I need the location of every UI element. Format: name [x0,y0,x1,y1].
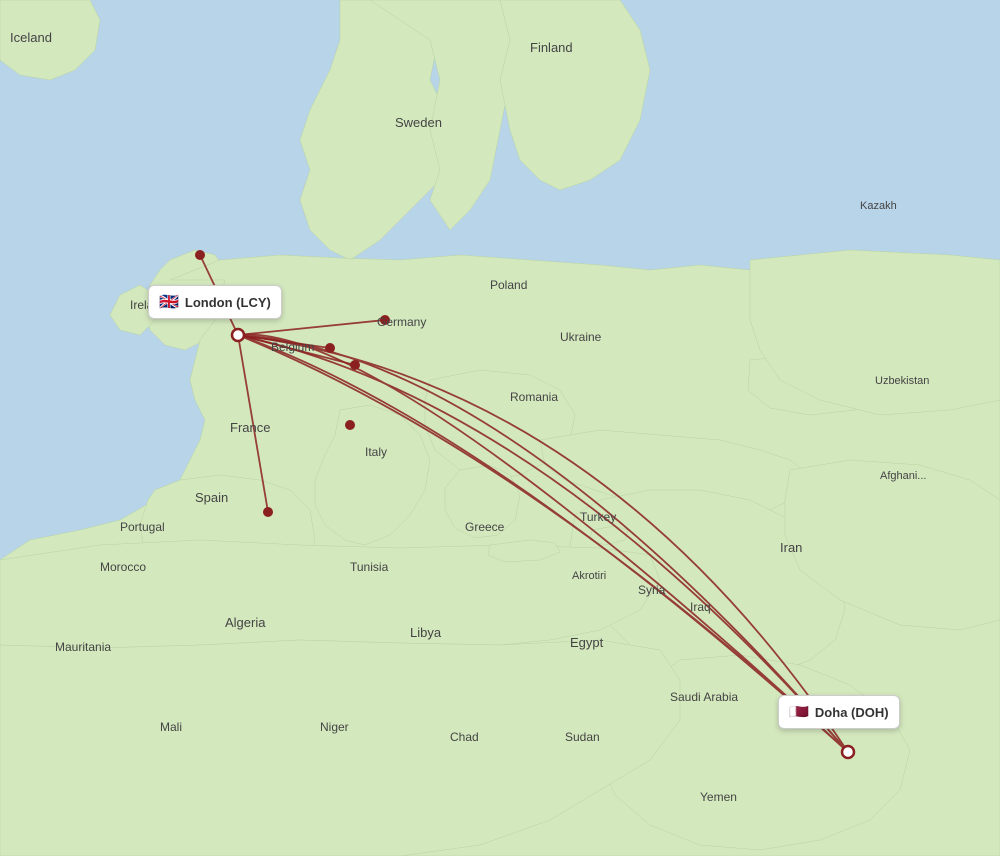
label-iran: Iran [780,540,802,555]
label-poland: Poland [490,278,527,292]
label-niger: Niger [320,720,349,734]
label-germany: Germany [377,315,426,329]
label-sudan: Sudan [565,730,600,744]
doha-flag: 🇶🇦 [789,702,809,722]
label-mauritania: Mauritania [55,640,111,654]
label-italy: Italy [365,445,387,459]
map-container: Iceland Finland Sweden Ireland Poland Ge… [0,0,1000,856]
label-romania: Romania [510,390,558,404]
london-popup[interactable]: 🇬🇧 London (LCY) [148,285,282,319]
label-algeria: Algeria [225,615,265,630]
label-akrotiri: Akrotiri [572,570,606,582]
label-greece: Greece [465,520,504,534]
label-finland: Finland [530,40,573,55]
label-iceland: Iceland [10,30,52,45]
doha-label: Doha (DOH) [815,705,889,720]
label-syria: Syria [638,583,665,597]
label-mali: Mali [160,720,182,734]
label-tunisia: Tunisia [350,560,388,574]
label-chad: Chad [450,730,479,744]
label-yemen: Yemen [700,790,737,804]
label-france: France [230,420,270,435]
label-afghanistan: Afghani... [880,470,926,482]
label-spain: Spain [195,490,228,505]
london-flag: 🇬🇧 [159,292,179,312]
label-morocco: Morocco [100,560,146,574]
label-portugal: Portugal [120,520,165,534]
london-label: London (LCY) [185,295,271,310]
doha-popup[interactable]: 🇶🇦 Doha (DOH) [778,695,900,729]
label-kazakhstan: Kazakh [860,200,897,212]
label-saudi-arabia: Saudi Arabia [670,690,738,704]
label-uzbekistan: Uzbekistan [875,375,929,387]
label-egypt: Egypt [570,635,603,650]
label-turkey: Turkey [580,510,616,524]
label-iraq: Iraq [690,600,711,614]
label-sweden: Sweden [395,115,442,130]
label-libya: Libya [410,625,441,640]
label-belgium: Belgium [271,340,314,354]
label-ukraine: Ukraine [560,330,601,344]
